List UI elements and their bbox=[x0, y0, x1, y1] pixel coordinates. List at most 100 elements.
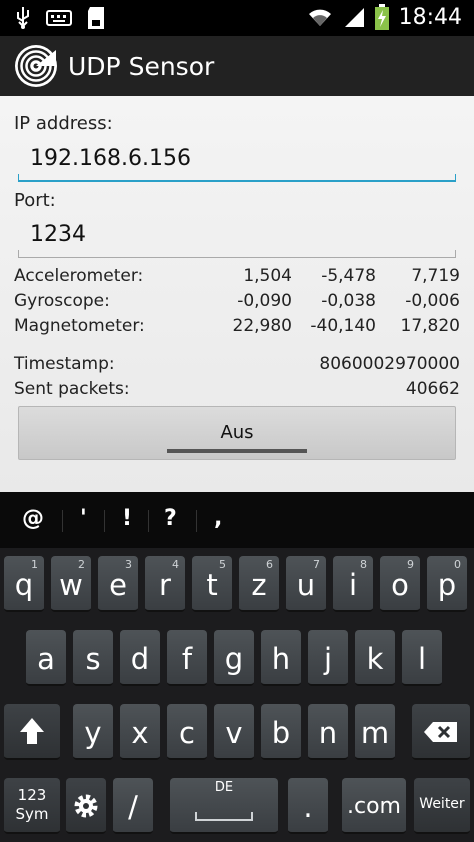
key-char: v bbox=[225, 716, 243, 750]
sensor-y: -0,038 bbox=[321, 291, 376, 311]
separator bbox=[62, 510, 63, 532]
dotcom-key[interactable]: .com bbox=[342, 778, 406, 834]
key-char: u bbox=[296, 568, 316, 602]
sensor-z: 17,820 bbox=[400, 316, 460, 336]
key-char: b bbox=[271, 716, 291, 750]
key-x[interactable]: x bbox=[120, 704, 160, 760]
space-key[interactable]: DE bbox=[170, 778, 278, 834]
timestamp-row: Timestamp: 8060002970000 bbox=[14, 354, 462, 378]
key-g[interactable]: g bbox=[214, 630, 254, 686]
sd-card-icon bbox=[88, 7, 104, 29]
backspace-key[interactable] bbox=[412, 704, 470, 760]
key-h[interactable]: h bbox=[261, 630, 301, 686]
key-r[interactable]: 4r bbox=[145, 556, 185, 612]
key-t[interactable]: 5t bbox=[192, 556, 232, 612]
key-j[interactable]: j bbox=[308, 630, 348, 686]
separator bbox=[196, 510, 197, 532]
key-char: q bbox=[14, 568, 34, 602]
gear-icon bbox=[74, 794, 98, 818]
sensor-x: 1,504 bbox=[243, 266, 292, 286]
key-u[interactable]: 7u bbox=[286, 556, 326, 612]
key-w[interactable]: 2w bbox=[51, 556, 91, 612]
main-content: IP address: 192.168.6.156 Port: 1234 Acc… bbox=[0, 96, 474, 492]
key-f[interactable]: f bbox=[167, 630, 207, 686]
key-slash[interactable]: / bbox=[113, 778, 153, 834]
key-n[interactable]: n bbox=[308, 704, 348, 760]
symbols-line2: Sym bbox=[15, 805, 49, 823]
field-underline bbox=[18, 257, 456, 258]
key-char: o bbox=[391, 568, 409, 602]
enter-label: Weiter bbox=[419, 796, 465, 812]
key-char: k bbox=[366, 642, 384, 676]
suggestion-at[interactable]: @ bbox=[22, 506, 44, 531]
signal-icon bbox=[344, 8, 364, 27]
timestamp-label: Timestamp: bbox=[14, 354, 115, 374]
key-char: y bbox=[84, 716, 102, 750]
ip-address-label: IP address: bbox=[14, 113, 113, 134]
key-p[interactable]: 0p bbox=[427, 556, 467, 612]
usb-icon bbox=[17, 7, 29, 29]
key-char: i bbox=[348, 568, 358, 602]
keyboard-icon bbox=[46, 10, 72, 26]
key-char: l bbox=[417, 642, 427, 676]
key-char: s bbox=[85, 642, 101, 676]
suggestion-comma[interactable]: , bbox=[214, 506, 222, 531]
suggestion-question[interactable]: ? bbox=[164, 506, 177, 531]
soft-keyboard: @ ' ! ? , 1q 2w 3e 4r 5t 6z 7u 8i 9o 0p … bbox=[0, 492, 474, 842]
key-char: z bbox=[251, 568, 267, 602]
key-q[interactable]: 1q bbox=[4, 556, 44, 612]
key-l[interactable]: l bbox=[402, 630, 442, 686]
action-bar: UDP Sensor bbox=[0, 36, 474, 96]
settings-key[interactable] bbox=[66, 778, 106, 834]
key-char: m bbox=[360, 716, 390, 750]
symbols-line1: 123 bbox=[17, 786, 47, 804]
key-period[interactable]: . bbox=[288, 778, 328, 834]
sensor-z: -0,006 bbox=[405, 291, 460, 311]
field-underline-active bbox=[18, 180, 456, 182]
battery-charging-icon bbox=[374, 4, 389, 30]
magnetometer-row: Magnetometer: 22,980 -40,140 17,820 bbox=[14, 316, 462, 340]
port-label: Port: bbox=[14, 190, 56, 211]
suggestion-apostrophe[interactable]: ' bbox=[80, 506, 87, 531]
key-char: f bbox=[181, 642, 193, 676]
key-s[interactable]: s bbox=[73, 630, 113, 686]
key-y[interactable]: y bbox=[73, 704, 113, 760]
port-input[interactable]: 1234 bbox=[18, 218, 456, 258]
key-m[interactable]: m bbox=[355, 704, 395, 760]
suggestion-exclamation[interactable]: ! bbox=[122, 506, 132, 531]
language-label: DE bbox=[214, 780, 234, 795]
sensor-name: Accelerometer: bbox=[14, 266, 144, 286]
key-z[interactable]: 6z bbox=[239, 556, 279, 612]
key-d[interactable]: d bbox=[120, 630, 160, 686]
key-b[interactable]: b bbox=[261, 704, 301, 760]
key-char: / bbox=[128, 790, 138, 824]
key-e[interactable]: 3e bbox=[98, 556, 138, 612]
sensor-name: Gyroscope: bbox=[14, 291, 110, 311]
port-value: 1234 bbox=[30, 222, 86, 247]
key-char: . bbox=[303, 790, 313, 824]
key-v[interactable]: v bbox=[214, 704, 254, 760]
toggle-button-label: Aus bbox=[220, 422, 254, 443]
key-char: x bbox=[131, 716, 149, 750]
key-o[interactable]: 9o bbox=[380, 556, 420, 612]
space-bar-icon bbox=[195, 812, 253, 821]
status-bar: 18:44 bbox=[0, 0, 474, 36]
clock: 18:44 bbox=[398, 4, 462, 30]
key-k[interactable]: k bbox=[355, 630, 395, 686]
suggestion-bar: @ ' ! ? , bbox=[0, 492, 474, 548]
enter-key[interactable]: Weiter bbox=[414, 778, 470, 834]
ip-address-input[interactable]: 192.168.6.156 bbox=[18, 142, 456, 182]
key-char: w bbox=[59, 568, 83, 602]
key-i[interactable]: 8i bbox=[333, 556, 373, 612]
key-char: r bbox=[159, 568, 171, 602]
sensor-x: 22,980 bbox=[232, 316, 292, 336]
timestamp-value: 8060002970000 bbox=[319, 354, 460, 374]
shift-key[interactable] bbox=[4, 704, 60, 760]
sensor-y: -5,478 bbox=[321, 266, 376, 286]
wifi-icon bbox=[308, 9, 331, 26]
symbols-key[interactable]: 123 Sym bbox=[4, 778, 60, 834]
key-c[interactable]: c bbox=[167, 704, 207, 760]
sensor-x: -0,090 bbox=[237, 291, 292, 311]
key-a[interactable]: a bbox=[26, 630, 66, 686]
toggle-button[interactable]: Aus bbox=[18, 406, 456, 460]
